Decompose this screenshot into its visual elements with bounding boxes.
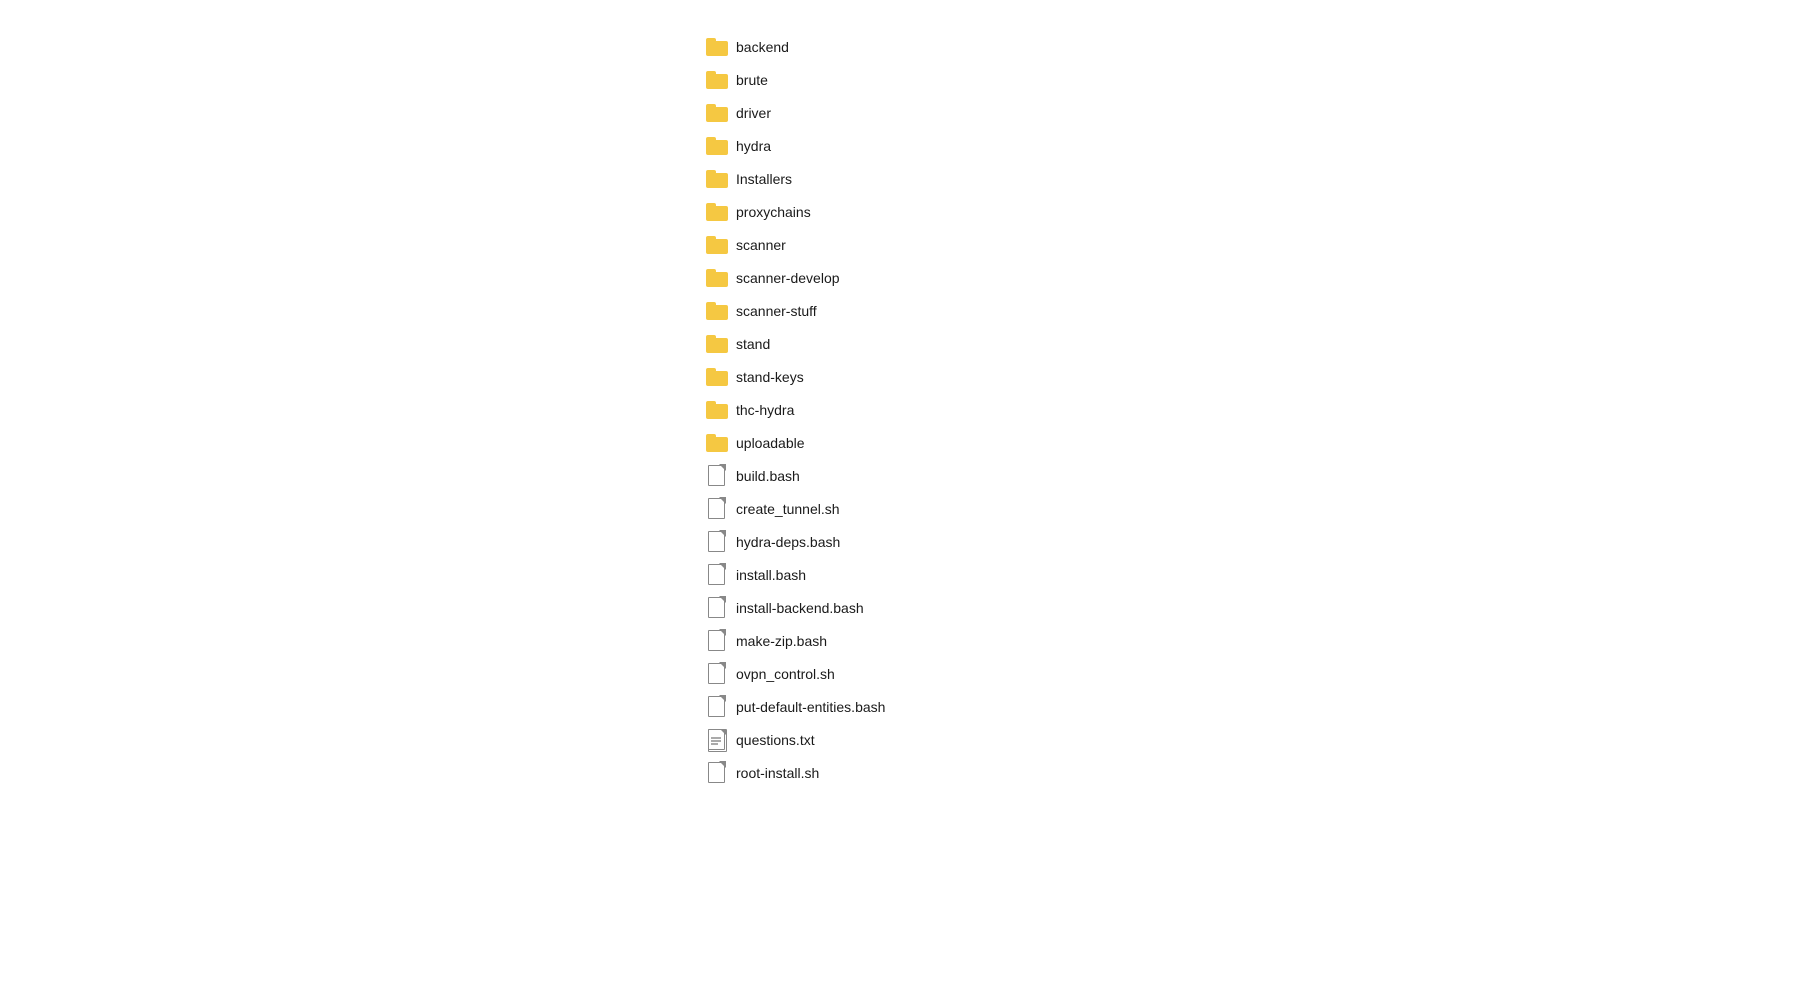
item-label: questions.txt (736, 732, 815, 748)
file-icon (706, 664, 726, 684)
folder-icon (706, 136, 726, 156)
file-list: backend brute driver hydra Installers (700, 20, 1100, 986)
item-label: thc-hydra (736, 402, 794, 418)
list-item[interactable]: stand-keys (700, 360, 1100, 393)
folder-icon (706, 301, 726, 321)
folder-icon (706, 70, 726, 90)
item-label: make-zip.bash (736, 633, 827, 649)
item-label: backend (736, 39, 789, 55)
item-label: create_tunnel.sh (736, 501, 840, 517)
file-icon (706, 532, 726, 552)
folder-icon (706, 334, 726, 354)
item-label: brute (736, 72, 768, 88)
folder-icon (706, 400, 726, 420)
item-label: root-install.sh (736, 765, 819, 781)
file-icon (706, 697, 726, 717)
file-icon (706, 598, 726, 618)
item-label: install.bash (736, 567, 806, 583)
item-label: scanner-develop (736, 270, 840, 286)
item-label: proxychains (736, 204, 811, 220)
list-item[interactable]: driver (700, 96, 1100, 129)
folder-icon (706, 433, 726, 453)
list-item[interactable]: backend (700, 30, 1100, 63)
item-label: stand (736, 336, 770, 352)
list-item[interactable]: put-default-entities.bash (700, 690, 1100, 723)
item-label: driver (736, 105, 771, 121)
folder-icon (706, 235, 726, 255)
item-label: hydra (736, 138, 771, 154)
folder-icon (706, 37, 726, 57)
file-icon (706, 466, 726, 486)
list-item[interactable]: ovpn_control.sh (700, 657, 1100, 690)
list-item[interactable]: scanner (700, 228, 1100, 261)
item-label: hydra-deps.bash (736, 534, 840, 550)
list-item[interactable]: create_tunnel.sh (700, 492, 1100, 525)
item-label: uploadable (736, 435, 805, 451)
file-icon (706, 763, 726, 783)
list-item[interactable]: questions.txt (700, 723, 1100, 756)
item-label: scanner (736, 237, 786, 253)
text-file-icon (706, 730, 726, 750)
folder-icon (706, 367, 726, 387)
item-label: put-default-entities.bash (736, 699, 885, 715)
folder-icon (706, 268, 726, 288)
item-label: build.bash (736, 468, 800, 484)
folder-icon (706, 103, 726, 123)
list-item[interactable]: proxychains (700, 195, 1100, 228)
list-item[interactable]: Installers (700, 162, 1100, 195)
list-item[interactable]: thc-hydra (700, 393, 1100, 426)
list-item[interactable]: uploadable (700, 426, 1100, 459)
list-item[interactable]: install.bash (700, 558, 1100, 591)
item-label: install-backend.bash (736, 600, 864, 616)
list-item[interactable]: hydra-deps.bash (700, 525, 1100, 558)
list-item[interactable]: hydra (700, 129, 1100, 162)
list-item[interactable]: scanner-develop (700, 261, 1100, 294)
item-label: Installers (736, 171, 792, 187)
list-item[interactable]: stand (700, 327, 1100, 360)
file-icon (706, 631, 726, 651)
list-item[interactable]: install-backend.bash (700, 591, 1100, 624)
list-item[interactable]: build.bash (700, 459, 1100, 492)
item-label: stand-keys (736, 369, 804, 385)
item-label: ovpn_control.sh (736, 666, 835, 682)
file-icon (706, 499, 726, 519)
list-item[interactable]: brute (700, 63, 1100, 96)
list-item[interactable]: make-zip.bash (700, 624, 1100, 657)
list-item[interactable]: root-install.sh (700, 756, 1100, 789)
file-icon (706, 565, 726, 585)
folder-icon (706, 202, 726, 222)
item-label: scanner-stuff (736, 303, 817, 319)
list-item[interactable]: scanner-stuff (700, 294, 1100, 327)
folder-icon (706, 169, 726, 189)
